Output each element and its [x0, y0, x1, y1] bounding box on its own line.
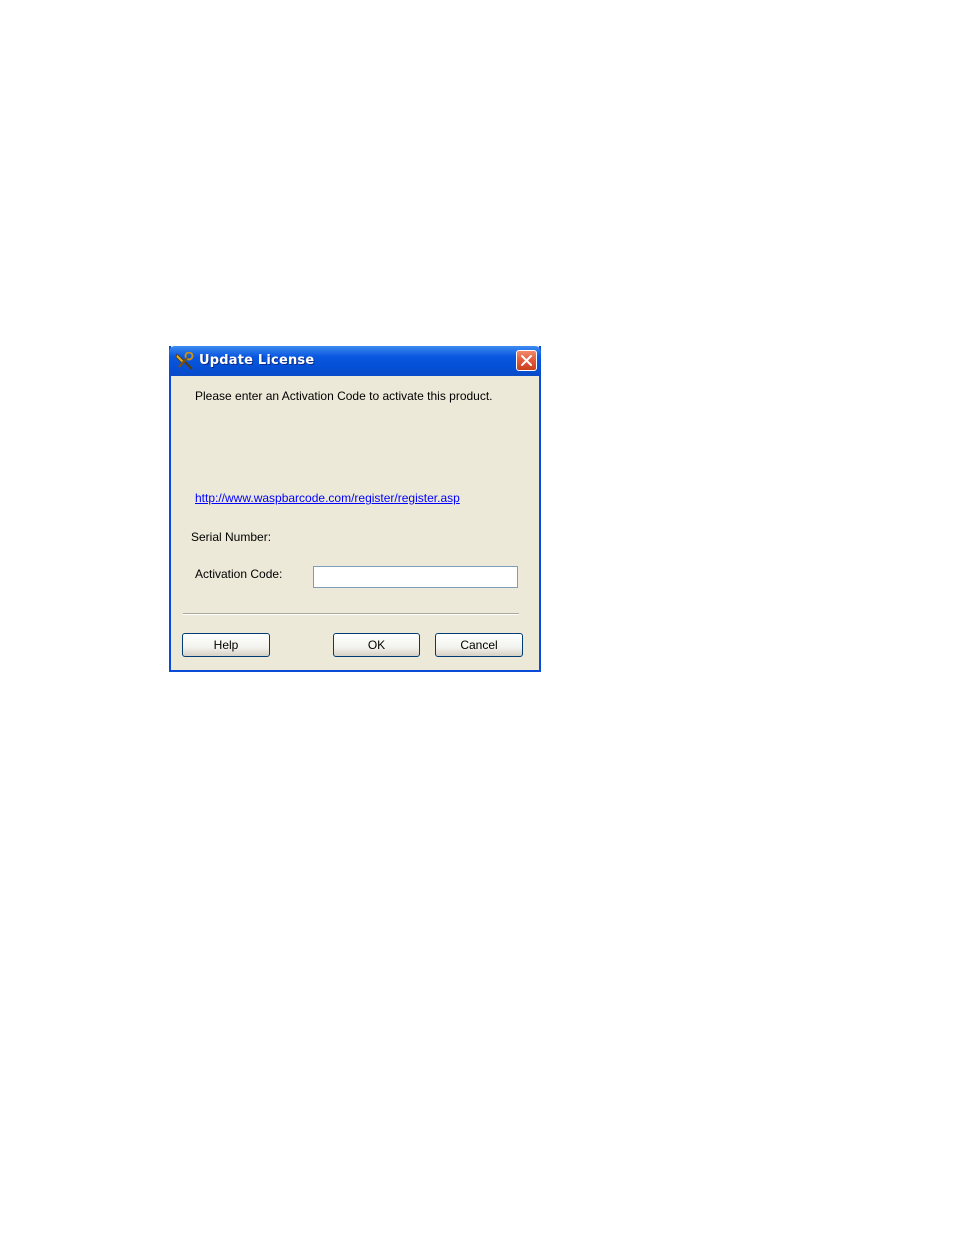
- dialog-title: Update License: [199, 353, 315, 368]
- instruction-text: Please enter an Activation Code to activ…: [195, 389, 493, 403]
- close-icon: [521, 355, 532, 366]
- serial-number-label: Serial Number:: [191, 530, 272, 544]
- title-bar[interactable]: Update License: [169, 346, 541, 376]
- page: Update License Please enter an Activatio…: [0, 0, 954, 1235]
- cancel-button[interactable]: Cancel: [435, 633, 523, 657]
- update-license-dialog: Update License Please enter an Activatio…: [169, 346, 541, 672]
- ok-button[interactable]: OK: [333, 633, 420, 657]
- activation-code-input[interactable]: [313, 566, 518, 588]
- activation-code-label: Activation Code:: [195, 567, 283, 581]
- help-button[interactable]: Help: [182, 633, 270, 657]
- close-button[interactable]: [516, 350, 537, 371]
- separator-line: [183, 613, 519, 615]
- register-link[interactable]: http://www.waspbarcode.com/register/regi…: [195, 491, 460, 505]
- key-tools-icon: [175, 351, 195, 370]
